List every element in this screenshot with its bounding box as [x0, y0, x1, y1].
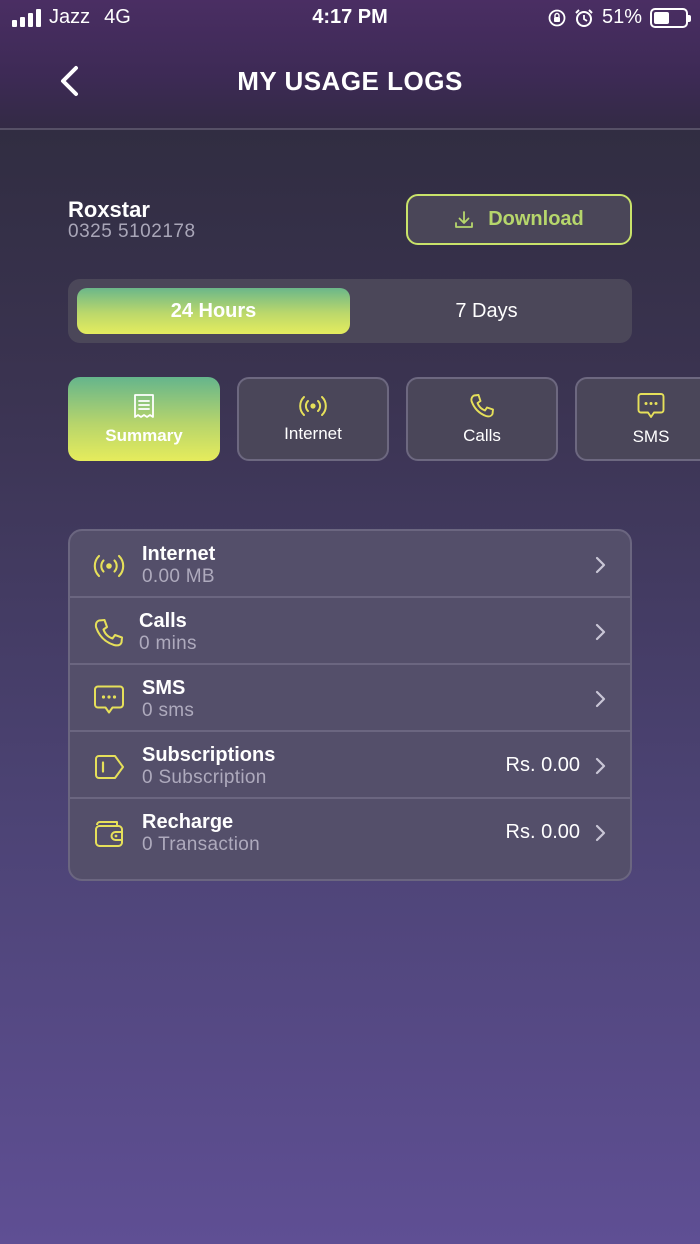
period-option-24-hours[interactable]: 24 Hours [77, 288, 350, 334]
tab-summary-label: Summary [105, 426, 183, 445]
usage-row-value: 0 sms [142, 700, 195, 721]
usage-row-subscriptions[interactable]: Subscriptions 0 Subscription Rs. 0.00 [70, 732, 630, 799]
rotation-lock-icon [548, 9, 566, 26]
usage-summary-card: Internet 0.00 MB Calls 0 mins SMS 0 sms [68, 529, 632, 881]
download-button[interactable]: Download [406, 194, 632, 245]
tab-sms[interactable]: SMS [575, 377, 700, 461]
status-bar: Jazz 4G 4:17 PM 51% [0, 0, 700, 36]
tab-summary[interactable]: Summary [68, 377, 220, 461]
usage-row-sms[interactable]: SMS 0 sms [70, 665, 630, 732]
usage-row-title: SMS [142, 677, 186, 699]
usage-row-recharge[interactable]: Recharge 0 Transaction Rs. 0.00 [70, 799, 630, 866]
alarm-icon [575, 8, 593, 27]
period-toggle: 24 Hours 7 Days [68, 279, 632, 343]
period-option-7-days[interactable]: 7 Days [350, 288, 623, 334]
usage-row-value: 0 Transaction [142, 834, 260, 855]
usage-row-title: Internet [142, 543, 216, 565]
app-header: Jazz 4G 4:17 PM 51% MY USAGE LOGS [0, 0, 700, 130]
usage-row-value: 0.00 MB [142, 566, 215, 587]
receipt-icon [134, 394, 154, 418]
broadcast-icon [299, 396, 327, 416]
chevron-right-icon [595, 623, 606, 641]
tab-calls-label: Calls [463, 426, 501, 445]
battery-icon [650, 7, 691, 28]
tab-sms-label: SMS [632, 427, 670, 446]
download-icon [455, 210, 474, 228]
chevron-right-icon [595, 824, 606, 842]
user-name: Roxstar [68, 197, 150, 222]
message-icon [94, 685, 124, 714]
wallet-icon [95, 821, 123, 847]
chevron-right-icon [595, 690, 606, 708]
phone-icon [94, 619, 123, 647]
user-number: 0325 5102178 [68, 221, 196, 242]
usage-row-title: Subscriptions [142, 744, 276, 766]
usage-row-calls[interactable]: Calls 0 mins [70, 598, 630, 665]
broadcast-icon [93, 554, 125, 578]
usage-row-amount: Rs. 0.00 [505, 754, 580, 776]
usage-row-title: Recharge [142, 811, 234, 833]
page-title: MY USAGE LOGS [237, 66, 463, 96]
chevron-right-icon [595, 556, 606, 574]
battery-percent: 51% [601, 6, 642, 28]
message-icon [637, 393, 665, 418]
usage-row-value: 0 mins [139, 633, 197, 654]
download-label: Download [488, 208, 584, 230]
phone-icon [470, 394, 494, 418]
chevron-right-icon [595, 757, 606, 775]
usage-row-title: Calls [139, 610, 187, 632]
usage-row-internet[interactable]: Internet 0.00 MB [70, 531, 630, 598]
tab-internet-label: Internet [284, 424, 342, 443]
usage-row-amount: Rs. 0.00 [505, 821, 580, 843]
status-right: 51% [548, 6, 691, 29]
usage-row-value: 0 Subscription [142, 767, 267, 788]
tab-calls[interactable]: Calls [406, 377, 558, 461]
tag-icon [95, 755, 124, 779]
category-tabs: Summary Internet Calls SMS [0, 377, 700, 463]
tab-internet[interactable]: Internet [237, 377, 389, 461]
